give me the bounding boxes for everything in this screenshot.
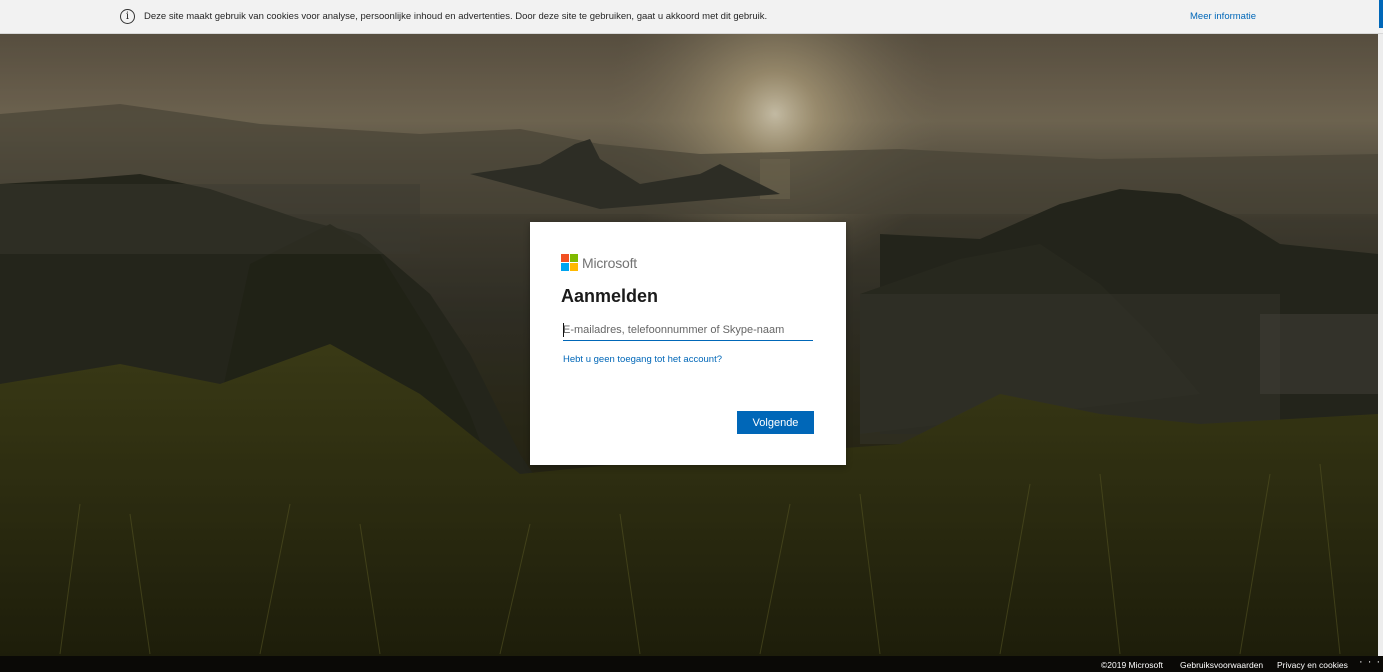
page-title: Aanmelden	[561, 286, 659, 306]
scrollbar[interactable]	[1378, 34, 1383, 656]
footer: ©2019 Microsoft Gebruiksvoorwaarden Priv…	[0, 656, 1383, 672]
next-button[interactable]: Volgende	[737, 411, 814, 434]
footer-copyright: ©2019 Microsoft	[1101, 660, 1164, 670]
cookie-banner-text: Deze site maakt gebruik van cookies voor…	[144, 11, 768, 22]
more-options-icon[interactable]: · · ·	[1359, 656, 1381, 668]
scrollbar-indicator	[1379, 0, 1383, 28]
terms-link[interactable]: Gebruiksvoorwaarden	[1180, 660, 1263, 670]
info-icon: i	[120, 9, 135, 24]
microsoft-logo: Microsoft	[561, 254, 637, 271]
microsoft-logo-icon	[561, 254, 578, 271]
microsoft-brand-text: Microsoft	[582, 254, 637, 271]
text-cursor	[563, 323, 564, 337]
no-access-link[interactable]: Hebt u geen toegang tot het account?	[563, 354, 722, 365]
more-info-link[interactable]: Meer informatie	[1190, 11, 1256, 22]
signin-card: Microsoft Aanmelden Hebt u geen toegang …	[530, 222, 846, 465]
cookie-banner: i Deze site maakt gebruik van cookies vo…	[0, 0, 1383, 34]
email-field[interactable]	[563, 320, 813, 341]
privacy-link[interactable]: Privacy en cookies	[1277, 660, 1348, 670]
